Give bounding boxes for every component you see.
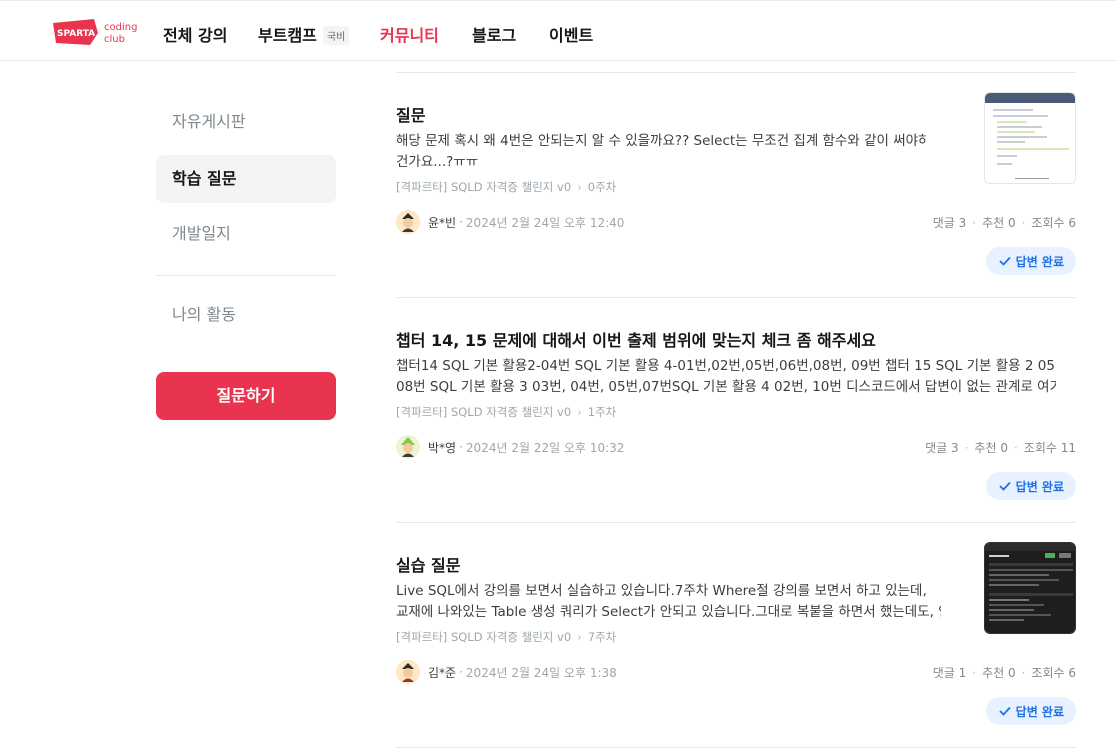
check-icon [999,481,1011,491]
post-title[interactable]: 질문 [396,102,425,126]
svg-text:SPARTA: SPARTA [57,29,95,39]
meta-dot: · [459,215,463,229]
post-stats: 댓글 3 · 추천 0 · 조회수 11 [925,441,1076,455]
post-date: 2024년 2월 24일 오후 12:40 [465,215,625,230]
post-card[interactable]: 챕터 14, 15 문제에 대해서 이번 출제 범위에 맞는지 체크 좀 해주세… [396,327,1076,507]
post-course-tag[interactable]: [격파르타] SQLD 자격증 챌린지 v0 › 1주차 [396,404,616,420]
avatar [396,435,420,459]
post-course-tag[interactable]: [격파르타] SQLD 자격증 챌린지 v0 › 7주차 [396,629,616,645]
answered-badge: 답변 완료 [985,472,1076,500]
post-author-meta: 윤*빈 · 2024년 2월 24일 오후 12:40 [396,210,624,234]
chevron-right-icon: › [577,180,582,194]
post-date: 2024년 2월 22일 오후 10:32 [465,440,625,455]
post-excerpt: 챕터14 SQL 기본 활용2-04번 SQL 기본 활용 4-01번,02번,… [396,358,1056,395]
post-author-meta: 박*영 · 2024년 2월 22일 오후 10:32 [396,435,624,459]
post-divider [396,747,1076,748]
post-stats: 댓글 3 · 추천 0 · 조회수 6 [932,216,1076,230]
meta-dot: · [459,440,463,454]
post-thumbnail[interactable] [984,542,1076,634]
sidebar-divider [156,275,336,276]
chevron-right-icon: › [577,405,582,419]
nav-community[interactable]: 커뮤니티 [380,22,439,46]
svg-text:coding: coding [104,22,137,33]
post-thumbnail[interactable] [984,92,1076,184]
post-excerpt: 해당 문제 혹시 왜 4번은 안되는지 알 수 있을까요?? Select는 무… [396,133,926,170]
check-icon [999,706,1011,716]
post-title[interactable]: 실습 질문 [396,552,460,576]
sidebar-item-dev-log[interactable]: 개발일지 [156,210,336,258]
sidebar-item-study-question[interactable]: 학습 질문 [156,155,336,203]
post-divider [396,522,1076,523]
nav-all-courses[interactable]: 전체 강의 [163,22,227,46]
post-card[interactable]: 실습 질문 Live SQL에서 강의를 보면서 실습하고 있습니다.7주차 W… [396,542,1076,732]
meta-dot: · [459,665,463,679]
avatar [396,210,420,234]
post-course-tag[interactable]: [격파르타] SQLD 자격증 챌린지 v0 › 0주차 [396,179,616,195]
post-divider [396,297,1076,298]
post-card[interactable]: 질문 해당 문제 혹시 왜 4번은 안되는지 알 수 있을까요?? Select… [396,92,1076,282]
post-author-meta: 김*준 · 2024년 2월 24일 오후 1:38 [396,660,617,684]
post-excerpt: Live SQL에서 강의를 보면서 실습하고 있습니다.7주차 Where절 … [396,583,941,620]
post-author: 김*준 [428,665,457,680]
avatar [396,660,420,684]
nav-blog[interactable]: 블로그 [472,22,516,46]
svg-text:club: club [104,34,125,45]
post-stats: 댓글 1 · 추천 0 · 조회수 6 [932,666,1076,680]
post-author: 박*영 [428,440,457,455]
nav-bootcamp[interactable]: 부트캠프 국비 [258,22,350,46]
sidebar-item-my-activity[interactable]: 나의 활동 [156,291,336,339]
answered-badge: 답변 완료 [985,247,1076,275]
chevron-right-icon: › [577,630,582,644]
post-author: 윤*빈 [428,215,457,230]
nav-event[interactable]: 이벤트 [549,22,593,46]
post-title[interactable]: 챕터 14, 15 문제에 대해서 이번 출제 범위에 맞는지 체크 좀 해주세… [396,327,876,351]
answered-badge: 답변 완료 [985,697,1076,725]
top-header: SPARTA coding club 전체 강의 부트캠프 국비 커뮤니티 블로그… [0,0,1117,61]
post-divider [396,72,1076,73]
ask-question-button[interactable]: 질문하기 [156,372,336,420]
check-icon [999,256,1011,266]
sidebar-item-free-board[interactable]: 자유게시판 [156,98,336,146]
sparta-coding-club-logo[interactable]: SPARTA coding club [50,17,140,47]
post-date: 2024년 2월 24일 오후 1:38 [465,665,617,680]
nav-badge: 국비 [322,26,350,45]
